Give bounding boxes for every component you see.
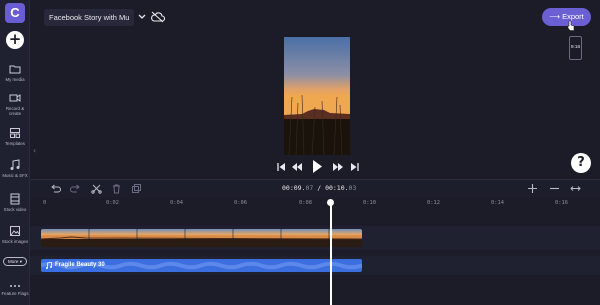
film-icon bbox=[10, 193, 20, 205]
time-separator: / bbox=[313, 184, 326, 192]
ellipsis-icon bbox=[10, 285, 20, 287]
sidebar-item-label: Stock images bbox=[1, 239, 29, 244]
split-scissors-icon[interactable] bbox=[91, 183, 102, 194]
sidebar-item-templates[interactable]: Templates bbox=[0, 127, 30, 146]
hand-cursor-icon bbox=[567, 20, 575, 31]
sidebar-item-label: Feature Flags bbox=[1, 291, 29, 296]
sidebar-item-record[interactable]: Record & create bbox=[0, 92, 30, 116]
app-logo[interactable]: C bbox=[5, 3, 25, 23]
more-button[interactable]: More ▾ bbox=[3, 257, 27, 266]
skip-to-end-icon[interactable] bbox=[350, 161, 360, 173]
ruler-tick: 0:04 bbox=[170, 200, 183, 206]
ruler-tick: 0:08 bbox=[299, 200, 312, 206]
sidebar-item-label: Stock video bbox=[3, 207, 27, 212]
ruler-tick: 0:16 bbox=[555, 200, 568, 206]
folder-icon bbox=[9, 65, 21, 74]
sidebar-collapse-handle[interactable]: ‹ bbox=[33, 146, 39, 160]
audio-clip-label: Fragile Beauty 30 bbox=[55, 262, 105, 268]
current-time-main: 00:09. bbox=[282, 184, 306, 192]
music-note-icon bbox=[46, 262, 52, 269]
aspect-ratio-button[interactable]: 9:16 bbox=[569, 36, 582, 60]
music-icon bbox=[10, 159, 20, 170]
fast-forward-icon[interactable] bbox=[332, 161, 344, 173]
skip-to-start-icon[interactable] bbox=[276, 161, 286, 173]
image-icon bbox=[10, 226, 20, 236]
help-button[interactable]: ? bbox=[571, 153, 591, 173]
ruler-tick: 0:10 bbox=[363, 200, 376, 206]
fit-timeline-icon[interactable] bbox=[570, 183, 581, 194]
project-title-field[interactable]: Facebook Story with Mu bbox=[44, 9, 134, 26]
templates-icon bbox=[10, 128, 20, 138]
redo-icon[interactable] bbox=[70, 183, 81, 194]
zoom-out-icon[interactable] bbox=[549, 183, 560, 194]
duplicate-icon[interactable] bbox=[131, 183, 142, 194]
zoom-in-icon[interactable] bbox=[527, 183, 538, 194]
ruler-tick: 0 bbox=[43, 200, 47, 206]
sidebar-item-feature-flags[interactable]: Feature Flags bbox=[0, 283, 30, 296]
ruler-tick: 0:14 bbox=[491, 200, 504, 206]
video-clip[interactable] bbox=[41, 229, 362, 247]
cloud-off-icon[interactable] bbox=[150, 11, 165, 23]
sidebar-item-label: My media bbox=[5, 77, 25, 82]
play-icon[interactable] bbox=[311, 159, 323, 174]
audio-clip[interactable]: Fragile Beauty 30 bbox=[41, 259, 362, 272]
timecode-display: 00:09.07 / 00:10.03 bbox=[282, 184, 356, 192]
trash-icon[interactable] bbox=[111, 183, 122, 194]
total-time-frames: 03 bbox=[348, 184, 357, 192]
sidebar-item-music[interactable]: Music & SFX bbox=[0, 159, 30, 178]
undo-icon[interactable] bbox=[50, 183, 61, 194]
rewind-icon[interactable] bbox=[291, 161, 303, 173]
sidebar-item-my-media[interactable]: My media bbox=[0, 63, 30, 82]
sidebar-item-stock-video[interactable]: Stock video bbox=[0, 193, 30, 212]
total-time-main: 00:10. bbox=[325, 184, 349, 192]
playhead-line[interactable] bbox=[330, 203, 332, 305]
ruler-tick: 0:02 bbox=[106, 200, 119, 206]
sidebar-item-label: Record & create bbox=[5, 106, 25, 116]
chevron-down-icon[interactable] bbox=[137, 11, 147, 23]
add-media-button[interactable]: + bbox=[6, 31, 24, 49]
sidebar-item-stock-images[interactable]: Stock images bbox=[0, 225, 30, 244]
ruler-tick: 0:06 bbox=[234, 200, 247, 206]
video-preview bbox=[284, 37, 350, 155]
sidebar: C + My media Record & create Templates M… bbox=[0, 0, 30, 305]
sidebar-item-label: Music & SFX bbox=[2, 173, 28, 178]
playhead-handle[interactable] bbox=[327, 199, 334, 206]
sidebar-item-label: Templates bbox=[4, 141, 25, 146]
ruler-tick: 0:12 bbox=[427, 200, 440, 206]
camera-icon bbox=[9, 94, 21, 102]
